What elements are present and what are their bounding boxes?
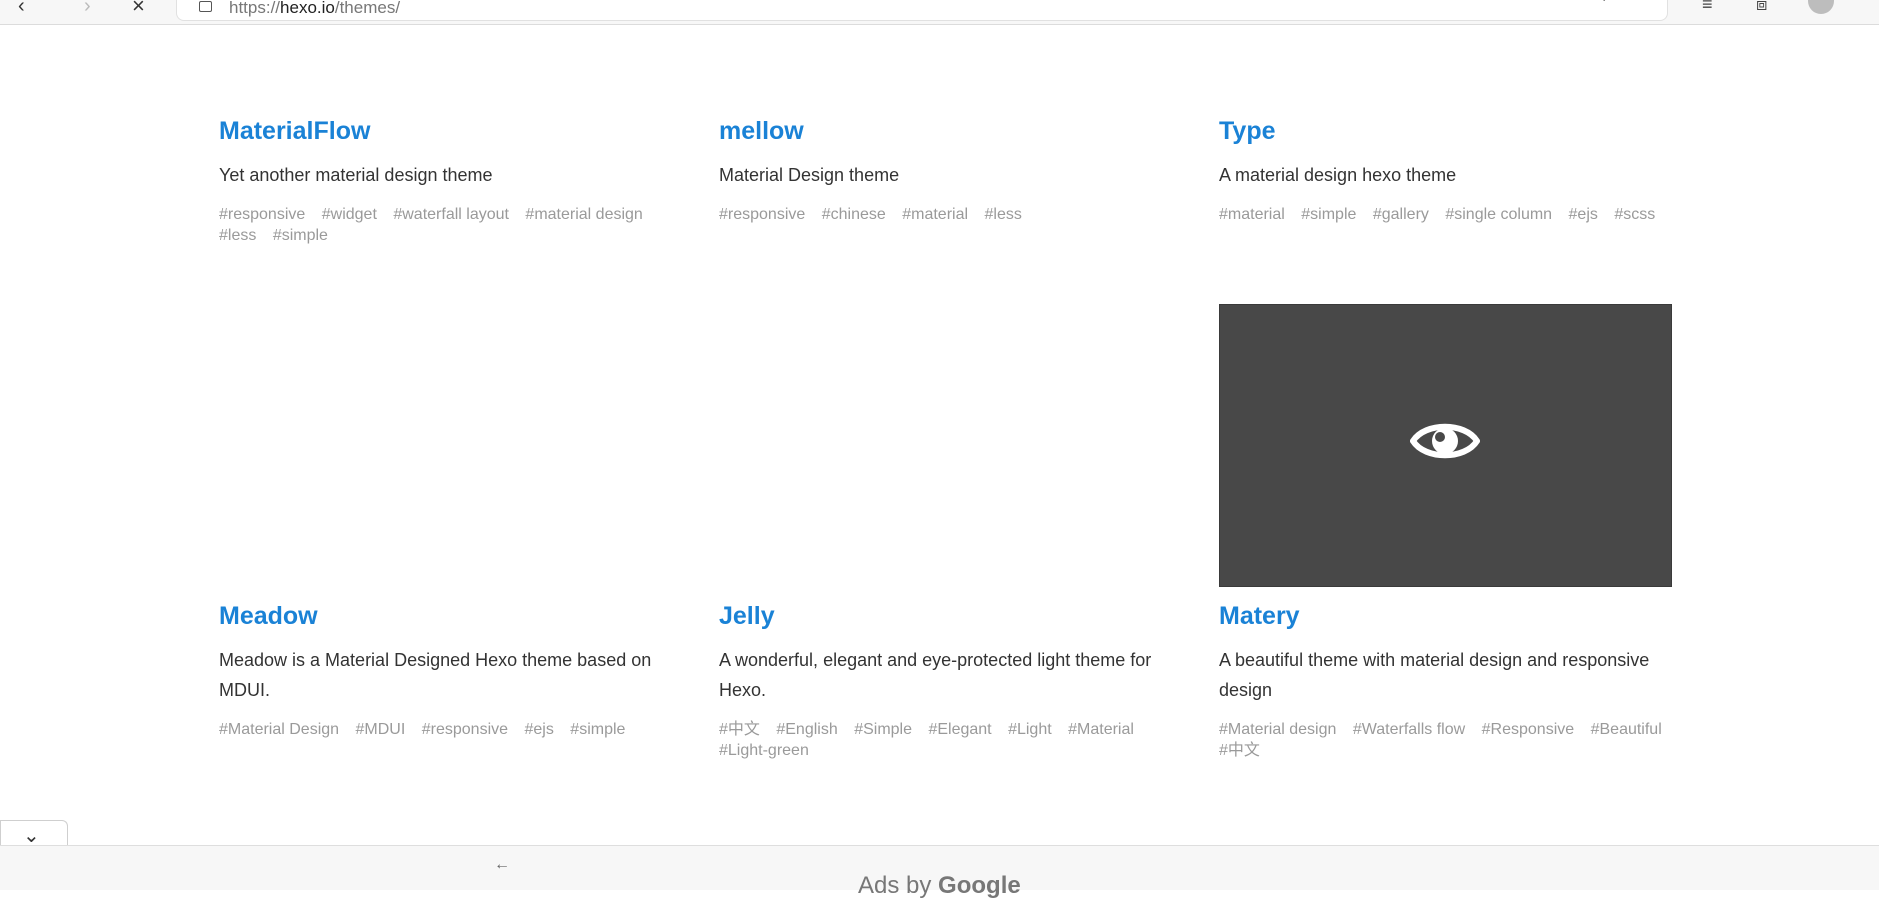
theme-tags: #material #simple #gallery #single colum… [1219, 204, 1679, 225]
theme-tag[interactable]: #simple [1301, 204, 1356, 225]
url-path: /themes/ [334, 0, 401, 17]
theme-tag[interactable]: #Material [1068, 719, 1134, 740]
theme-card: mellow Material Design theme #responsive… [719, 116, 1179, 225]
theme-tag[interactable]: #simple [570, 719, 625, 740]
theme-tag[interactable]: #Material design [1219, 719, 1336, 740]
theme-tags: #responsive #chinese #material #less [719, 204, 1179, 225]
theme-tag[interactable]: #chinese [822, 204, 886, 225]
theme-title[interactable]: Meadow [219, 601, 679, 631]
theme-tag[interactable]: #ejs [524, 719, 553, 740]
theme-tags: #中文 #English #Simple #Elegant #Light #Ma… [719, 719, 1179, 761]
eye-icon [1410, 423, 1480, 459]
theme-title[interactable]: Jelly [719, 601, 1179, 631]
theme-tag[interactable]: #widget [322, 204, 377, 225]
theme-description: A wonderful, elegant and eye-protected l… [719, 650, 1152, 700]
theme-tag[interactable]: #MDUI [356, 719, 406, 740]
theme-description: A material design hexo theme [1219, 165, 1457, 185]
theme-tag[interactable]: #Beautiful [1591, 719, 1662, 740]
theme-tag[interactable]: #less [985, 204, 1022, 225]
theme-tag[interactable]: #Simple [854, 719, 912, 740]
theme-tag[interactable]: #scss [1614, 204, 1655, 225]
theme-tag[interactable]: #responsive [219, 204, 305, 225]
ad-banner: ← Ads by Google [0, 845, 1879, 899]
theme-tag[interactable]: #material [902, 204, 968, 225]
url-text[interactable]: https://hexo.io/themes/ [229, 0, 400, 16]
theme-description: Material Design theme [719, 165, 900, 185]
theme-tag[interactable]: #Waterfalls flow [1353, 719, 1465, 740]
theme-tag[interactable]: #waterfall layout [393, 204, 509, 225]
theme-tag[interactable]: #Light [1008, 719, 1052, 740]
theme-tag[interactable]: #Elegant [928, 719, 991, 740]
theme-tags: #Material Design #MDUI #responsive #ejs … [219, 719, 679, 740]
stop-loading-icon[interactable]: × [132, 0, 145, 17]
theme-tags: #responsive #widget #waterfall layout #m… [219, 204, 679, 246]
ads-by-google-label[interactable]: Ads by Google [858, 872, 1021, 900]
theme-title[interactable]: Type [1219, 116, 1679, 146]
theme-tag[interactable]: #中文 [719, 719, 760, 740]
theme-tag[interactable]: #中文 [1219, 740, 1260, 761]
theme-description: Meadow is a Material Designed Hexo theme… [219, 650, 652, 700]
theme-tag[interactable]: #less [219, 225, 256, 246]
theme-tag[interactable]: #simple [273, 225, 328, 246]
back-icon[interactable]: ‹ [18, 0, 25, 16]
theme-tag[interactable]: #English [776, 719, 837, 740]
url-host: hexo.io [280, 0, 335, 17]
theme-card: Type A material design hexo theme #mater… [1219, 116, 1679, 225]
url-prefix: https:// [229, 0, 281, 17]
theme-tag[interactable]: #ejs [1569, 204, 1598, 225]
forward-icon[interactable]: › [84, 0, 91, 16]
theme-title[interactable]: Matery [1219, 601, 1679, 631]
theme-card: Jelly A wonderful, elegant and eye-prote… [719, 601, 1179, 761]
ad-back-arrow-icon[interactable]: ← [494, 856, 510, 874]
theme-tag[interactable]: #responsive [422, 719, 508, 740]
theme-tag[interactable]: #Responsive [1482, 719, 1575, 740]
ads-prefix: Ads by [858, 872, 932, 899]
browser-toolbar: ‹ › × https://hexo.io/themes/ ᴀ ) ☆ ≡ ⧈ [0, 0, 1879, 25]
theme-tag[interactable]: #gallery [1373, 204, 1429, 225]
theme-tag[interactable]: #Light-green [719, 740, 809, 761]
theme-tags: #Material design #Waterfalls flow #Respo… [1219, 719, 1679, 761]
address-bar[interactable]: https://hexo.io/themes/ ᴀ ) ☆ [176, 0, 1668, 21]
theme-tag[interactable]: #responsive [719, 204, 805, 225]
theme-preview-thumbnail[interactable] [1219, 304, 1672, 587]
theme-card: Matery A beautiful theme with material d… [1219, 601, 1679, 761]
site-info-icon[interactable] [199, 1, 212, 12]
theme-tag[interactable]: #Material Design [219, 719, 339, 740]
favorites-icon[interactable]: ≡ [1702, 0, 1713, 15]
theme-tag[interactable]: #single column [1445, 204, 1552, 225]
read-aloud-icon[interactable]: ᴀ ) [1595, 0, 1608, 1]
theme-description: Yet another material design theme [219, 165, 493, 185]
theme-description: A beautiful theme with material design a… [1219, 650, 1650, 700]
google-logo: Google [938, 872, 1021, 899]
theme-tag[interactable]: #material [1219, 204, 1285, 225]
profile-avatar[interactable] [1808, 0, 1834, 14]
theme-card: MaterialFlow Yet another material design… [219, 116, 679, 246]
add-favorite-icon[interactable]: ☆ [1643, 0, 1656, 2]
theme-card: Meadow Meadow is a Material Designed Hex… [219, 601, 679, 740]
theme-title[interactable]: mellow [719, 116, 1179, 146]
collections-icon[interactable]: ⧈ [1756, 0, 1767, 15]
theme-title[interactable]: MaterialFlow [219, 116, 679, 146]
theme-tag[interactable]: #material design [525, 204, 642, 225]
